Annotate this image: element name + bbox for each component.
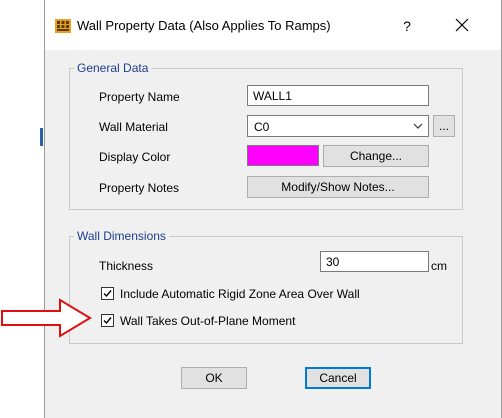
general-data-legend: General Data [74, 61, 152, 75]
dialog-title: Wall Property Data (Also Applies To Ramp… [77, 18, 331, 33]
display-color-swatch [247, 145, 319, 166]
background-app [0, 0, 44, 418]
close-button[interactable] [447, 13, 477, 37]
ok-button[interactable]: OK [181, 367, 247, 389]
wall-dimensions-legend: Wall Dimensions [74, 229, 169, 243]
checkmark-icon [103, 317, 112, 325]
thickness-label: Thickness [99, 259, 154, 273]
title-bar: Wall Property Data (Also Applies To Ramp… [45, 0, 501, 50]
property-name-label: Property Name [99, 90, 180, 104]
thickness-input[interactable] [320, 251, 429, 272]
close-icon [455, 18, 469, 32]
wall-material-label: Wall Material [99, 120, 168, 134]
display-color-label: Display Color [99, 150, 171, 164]
wall-property-dialog: Wall Property Data (Also Applies To Ramp… [44, 0, 502, 418]
property-notes-label: Property Notes [99, 181, 180, 195]
app-icon [55, 19, 71, 33]
annotation-arrow-icon [1, 298, 92, 338]
checkmark-icon [103, 290, 112, 298]
chevron-down-icon [413, 123, 423, 129]
help-button[interactable]: ? [395, 15, 419, 37]
out-of-plane-checkbox[interactable] [101, 314, 114, 327]
background-mark [40, 128, 43, 146]
property-name-input[interactable] [247, 85, 429, 106]
change-color-button[interactable]: Change... [323, 145, 429, 167]
wall-material-select[interactable]: C0 [247, 115, 429, 137]
out-of-plane-label: Wall Takes Out-of-Plane Moment [120, 314, 296, 328]
wall-material-more-button[interactable]: ... [433, 115, 455, 137]
rigid-zone-checkbox[interactable] [101, 287, 114, 300]
thickness-unit: cm [431, 259, 447, 273]
cancel-button[interactable]: Cancel [305, 367, 371, 389]
wall-material-value: C0 [254, 120, 270, 134]
modify-notes-button[interactable]: Modify/Show Notes... [247, 176, 429, 198]
rigid-zone-label: Include Automatic Rigid Zone Area Over W… [120, 287, 360, 301]
